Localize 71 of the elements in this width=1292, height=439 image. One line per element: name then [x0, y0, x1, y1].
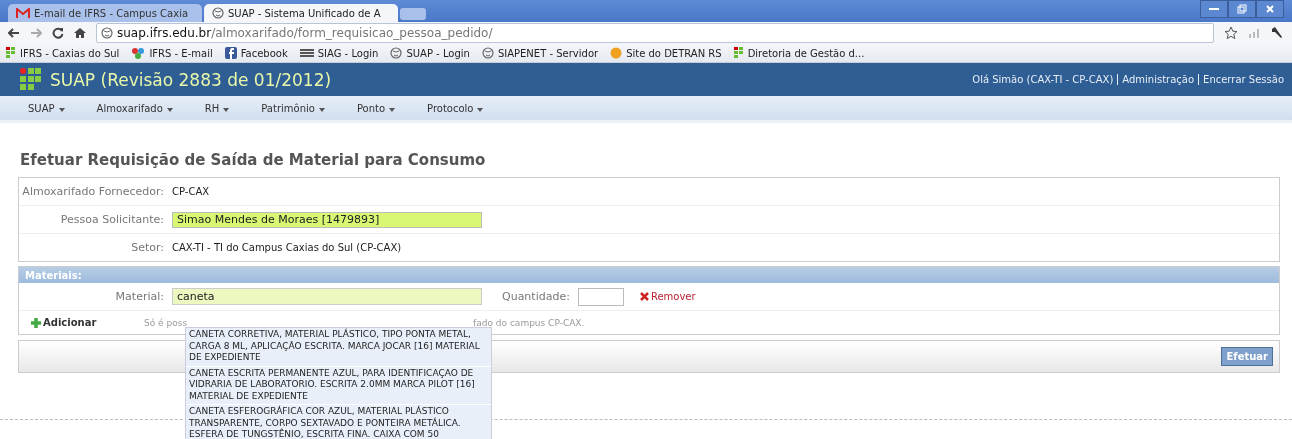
hint-text: Só é poss	[144, 317, 188, 328]
user-greeting: Olá Simão (CAX-TI - CP-CAX)	[972, 74, 1114, 85]
minimize-button[interactable]	[1200, 0, 1228, 18]
browser-tab[interactable]: E-mail de IFRS - Campus Caxia	[8, 4, 202, 22]
cross-icon	[639, 292, 649, 301]
plus-icon	[31, 317, 41, 328]
restore-button[interactable]	[1228, 0, 1256, 18]
globe-icon	[390, 47, 403, 59]
people-icon	[131, 47, 146, 59]
home-icon[interactable]	[74, 27, 86, 39]
field-label: Setor:	[130, 241, 164, 254]
quantity-field[interactable]	[577, 287, 624, 306]
add-link[interactable]: Adicionar	[31, 317, 144, 328]
globe-icon	[481, 47, 494, 59]
remove-link[interactable]: Remover	[639, 291, 696, 302]
hint-text: fado do campus CP-CAX.	[473, 317, 585, 328]
facebook-icon	[224, 47, 237, 59]
minimize-icon	[1209, 7, 1219, 11]
bookmark[interactable]: SIAG - Login	[299, 47, 379, 59]
autocomplete-option[interactable]: CANETA ESCRITA PERMANENTE AZUL, PARA IDENTIFICAÇAO DE VIDRARIA DE LABORATORIO. ESCRITA 2.0MM MARCA PILOT [16] MATERIAL DE EXPEDIENTE	[186, 366, 491, 405]
caret-icon	[58, 107, 65, 112]
browser-tab[interactable]: SUAP - Sistema Unificado de A	[204, 4, 398, 22]
app-title: SUAP (Revisão 2883 de 01/2012)	[50, 69, 333, 90]
caret-icon	[389, 107, 396, 112]
menu-item[interactable]: RH	[204, 102, 230, 114]
site-icon	[101, 27, 113, 39]
field-label: Material:	[114, 290, 164, 303]
bookmark-label: IFRS - E-mail	[149, 47, 213, 59]
caret-icon	[166, 107, 173, 112]
bookmark-label: SIAG - Login	[317, 47, 379, 59]
restore-icon	[1237, 4, 1247, 14]
menu-item[interactable]: Protocolo	[427, 102, 484, 114]
header-link[interactable]: Administração	[1122, 74, 1195, 85]
address-bar[interactable]: suap.ifrs.edu.br/almoxarifado/form_requisicao_pessoa_pedido/	[96, 23, 1214, 43]
header-link[interactable]: Encerrar Sessão	[1203, 74, 1284, 85]
caret-icon	[477, 107, 484, 112]
bookmark-label: Facebook	[240, 47, 288, 59]
close-button[interactable]	[1256, 0, 1284, 18]
back-icon[interactable]	[8, 28, 20, 38]
bookmark[interactable]: IFRS - E-mail	[131, 47, 213, 59]
grid-logo-icon	[733, 47, 744, 59]
globe-icon	[212, 7, 224, 19]
section-header: Materiais:	[19, 267, 1279, 283]
stripes-icon	[299, 49, 314, 57]
field-value: CAX-TI - TI do Campus Caxias do Sul (CP-CAX)	[172, 242, 403, 253]
field-value: CP-CAX	[172, 186, 211, 197]
field-label: Pessoa Solicitante:	[59, 213, 164, 226]
menu-item[interactable]: Patrimônio	[261, 102, 325, 114]
star-icon[interactable]	[1224, 26, 1238, 40]
caret-icon	[223, 107, 230, 112]
sun-icon	[610, 47, 623, 59]
wrench-icon[interactable]	[1270, 26, 1284, 40]
close-icon	[1265, 4, 1275, 14]
grid-logo-icon	[6, 47, 16, 59]
logo-icon	[20, 67, 42, 92]
menu-item[interactable]: Ponto	[356, 102, 396, 114]
autocomplete-option[interactable]: CANETA ESFEROGRÁFICA COR AZUL, MATERIAL PLÁSTICO TRANSPARENTE, CORPO SEXTAVADO E PONTEIRA METÁLICA. ESFERA DE TUNGSTÊNIO, ESCRITA FINA. CAIXA COM 50	[186, 405, 491, 439]
autocomplete-option[interactable]: CANETA CORRETIVA, MATERIAL PLÁSTICO, TIPO PONTA METAL, CARGA 8 ML, APLICAÇÃO ESCRITA. MARCA JOCAR [16] MATERIAL DE EXPEDIENTE	[186, 328, 491, 367]
menu-item[interactable]: SUAP	[28, 102, 65, 114]
menu-item[interactable]: Almoxarifado	[96, 102, 173, 114]
bookmark[interactable]: Facebook	[224, 47, 288, 59]
reload-icon[interactable]	[52, 27, 64, 39]
caret-icon	[318, 107, 325, 112]
bookmark-label: SUAP - Login	[406, 47, 470, 59]
field-label: Almoxarifado Fornecedor:	[21, 185, 164, 198]
input-field[interactable]: Simao Mendes de Moraes [1479893]	[172, 211, 482, 228]
page-title: Efetuar Requisição de Saída de Material para Consumo	[20, 151, 487, 169]
mail-icon	[16, 8, 30, 18]
bookmark[interactable]: SUAP - Login	[390, 47, 470, 59]
field-label: Quantidade:	[502, 290, 570, 303]
input-field[interactable]: caneta	[172, 288, 482, 305]
